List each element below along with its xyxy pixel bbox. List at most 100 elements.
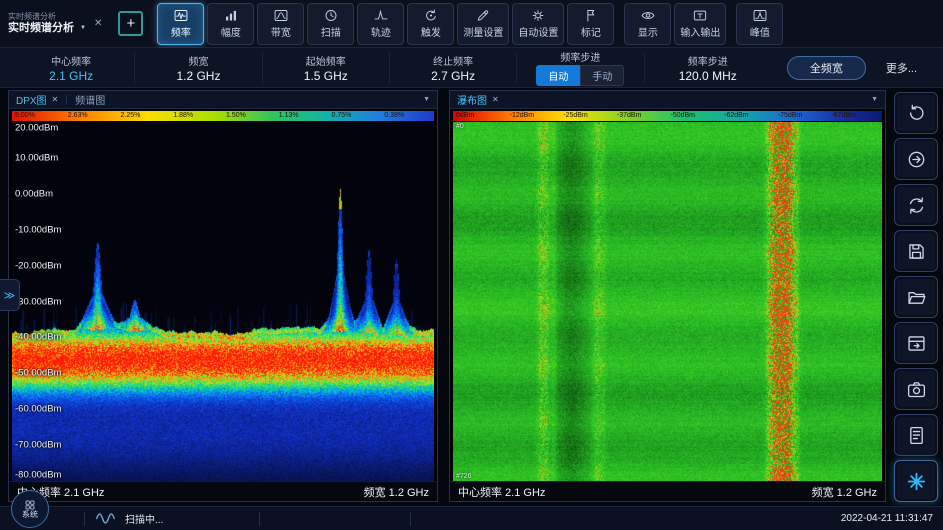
tab-close-icon[interactable]: ✕	[94, 18, 102, 29]
dpx-display[interactable]	[12, 122, 434, 481]
more-button[interactable]: 更多...	[886, 60, 917, 76]
colorbar-label: -75dBm	[775, 111, 829, 121]
add-tab-button[interactable]: +	[118, 11, 143, 36]
tab-divider	[66, 95, 67, 105]
param-value: 1.5 GHz	[304, 69, 348, 83]
colorbar-label: 2.63%	[65, 111, 118, 121]
tab-close-icon[interactable]: ✕	[52, 95, 59, 104]
param-center-frequency[interactable]: 中心频率 2.1 GHz	[8, 52, 134, 84]
full-span-button[interactable]: 全频宽	[787, 56, 866, 80]
preset-file-icon	[906, 425, 927, 446]
system-button[interactable]: 系统	[11, 490, 49, 528]
waterfall-panel-tabbar: 瀑布图 ✕ ▼	[450, 91, 885, 109]
measure-settings-icon	[473, 8, 493, 23]
trigger-icon	[421, 8, 441, 23]
toolbar-button-trace[interactable]: 轨迹	[357, 3, 404, 45]
statusbar-divider	[84, 512, 85, 526]
param-label: 频宽	[188, 53, 208, 68]
sidebar-button-refresh[interactable]	[894, 184, 938, 226]
tab-close-icon[interactable]: ✕	[492, 95, 499, 104]
toolbar-button-label: 显示	[638, 24, 658, 39]
waterfall-panel: 瀑布图 ✕ ▼ 0dBm-12dBm-25dBm-37dBm-50dBm-62d…	[449, 90, 886, 502]
input-output-icon	[690, 8, 710, 23]
param-value: 120.0 MHz	[679, 69, 737, 83]
sidebar-button-folder-open[interactable]	[894, 276, 938, 318]
tab-title: 实时频谱分析	[8, 22, 74, 35]
param-span[interactable]: 频宽 1.2 GHz	[134, 52, 261, 84]
tab-spectrum[interactable]: 频谱图	[75, 92, 105, 107]
toolbar-button-marker[interactable]: 标记	[567, 3, 614, 45]
toolbar-button-label: 带宽	[271, 24, 291, 39]
toolbar-button-trigger[interactable]: 触发	[407, 3, 454, 45]
colorbar-label: -12dBm	[507, 111, 561, 121]
sidebar-button-export-view[interactable]	[894, 322, 938, 364]
analysis-session-tab[interactable]: 实时频谱分析 实时频谱分析 ▼ ✕	[8, 12, 102, 35]
toolbar-button-amplitude[interactable]: 幅度	[207, 3, 254, 45]
panel-dropdown-icon[interactable]: ▼	[423, 96, 430, 103]
sidebar-button-preset-file[interactable]	[894, 414, 938, 456]
toolbar-button-label: 轨迹	[371, 24, 391, 39]
sidebar-button-camera[interactable]	[894, 368, 938, 410]
dpx-panel: DPX图 ✕ 频谱图 ▼ 5.00%2.63%2.25%1.88%1.50%1.…	[8, 90, 438, 502]
tab-dpx[interactable]: DPX图 ✕	[16, 92, 58, 107]
toolbar-button-group: 频率幅度 带宽 扫描轨迹 触发 测量设置自动设置 标记 显示 输入输出 峰值	[157, 3, 783, 45]
sidebar-button-replay[interactable]	[894, 92, 938, 134]
side-toolbar	[894, 92, 938, 502]
folder-open-icon	[906, 287, 927, 308]
status-bar: 扫描中... 2022-04-21 11:31:47	[0, 506, 943, 530]
colorbar-label: 1.50%	[223, 111, 276, 121]
param-freq-step[interactable]: 频率步进 120.0 MHz	[644, 52, 771, 84]
toolbar-button-label: 幅度	[221, 24, 241, 39]
toolbar-button-label: 标记	[581, 24, 601, 39]
statusbar-divider	[259, 512, 260, 526]
toolbar-button-label: 输入输出	[680, 24, 720, 39]
colorbar-label: -62dBm	[721, 111, 775, 121]
dpx-density-colorbar: 5.00%2.63%2.25%1.88%1.50%1.13%0.75%0.38%	[12, 111, 434, 121]
sidebar-button-asterisk[interactable]	[894, 460, 938, 502]
toolbar-button-display[interactable]: 显示	[624, 3, 671, 45]
datetime: 2022-04-21 11:31:47	[841, 513, 943, 524]
toolbar-button-scan[interactable]: 扫描	[307, 3, 354, 45]
colorbar-label: 1.13%	[276, 111, 329, 121]
system-label: 系统	[22, 511, 38, 520]
app-window: 实时频谱分析 实时频谱分析 ▼ ✕ + 频率幅度 带宽 扫描轨迹 触发 测量设置自动设置…	[0, 0, 943, 530]
waterfall-footer: 中心频率 2.1 GHz 频宽 1.2 GHz	[450, 481, 885, 501]
param-start-frequency[interactable]: 起始频率 1.5 GHz	[262, 52, 389, 84]
footer-center-frequency: 中心频率 2.1 GHz	[458, 484, 545, 500]
footer-span: 频宽 1.2 GHz	[812, 484, 877, 500]
param-freq-step-mode: 频率步进 自动 手动	[516, 52, 643, 84]
waterfall-display[interactable]	[453, 122, 882, 481]
toolbar-button-label: 触发	[421, 24, 441, 39]
panel-dropdown-icon[interactable]: ▼	[871, 96, 878, 103]
param-label: 中心频率	[51, 53, 91, 68]
param-stop-frequency[interactable]: 终止频率 2.7 GHz	[389, 52, 516, 84]
waterfall-first-row-label: #0	[456, 123, 464, 130]
param-label: 起始频率	[306, 53, 346, 68]
tab-dropdown-icon[interactable]: ▼	[80, 25, 86, 32]
toolbar-button-label: 自动设置	[518, 24, 558, 39]
replay-icon	[906, 103, 927, 124]
asterisk-icon	[906, 471, 927, 492]
toolbar-button-frequency[interactable]: 频率	[157, 3, 204, 45]
display-icon	[638, 8, 658, 23]
freq-step-auto-button[interactable]: 自动	[536, 65, 580, 86]
freq-step-manual-button[interactable]: 手动	[580, 65, 624, 86]
toolbar-button-bandwidth[interactable]: 带宽	[257, 3, 304, 45]
sidebar-button-save[interactable]	[894, 230, 938, 272]
toolbar-button-auto-settings[interactable]: 自动设置	[512, 3, 564, 45]
amplitude-icon	[221, 8, 241, 23]
expand-handle[interactable]: ≫	[0, 279, 20, 311]
tab-label: 频谱图	[75, 92, 105, 107]
param-label: 终止频率	[433, 53, 473, 68]
forward-icon	[906, 149, 927, 170]
toolbar-button-input-output[interactable]: 输入输出	[674, 3, 726, 45]
tab-waterfall[interactable]: 瀑布图 ✕	[457, 92, 499, 107]
toolbar-button-peak[interactable]: 峰值	[736, 3, 783, 45]
toolbar-button-measure-settings[interactable]: 测量设置	[457, 3, 509, 45]
toolbar-button-label: 峰值	[750, 24, 770, 39]
waterfall-chart-area: #0 #726	[453, 122, 882, 481]
frequency-icon	[171, 8, 191, 23]
sidebar-button-forward[interactable]	[894, 138, 938, 180]
toolbar-button-label: 测量设置	[463, 24, 503, 39]
waterfall-amplitude-colorbar: 0dBm-12dBm-25dBm-37dBm-50dBm-62dBm-75dBm…	[453, 111, 882, 121]
